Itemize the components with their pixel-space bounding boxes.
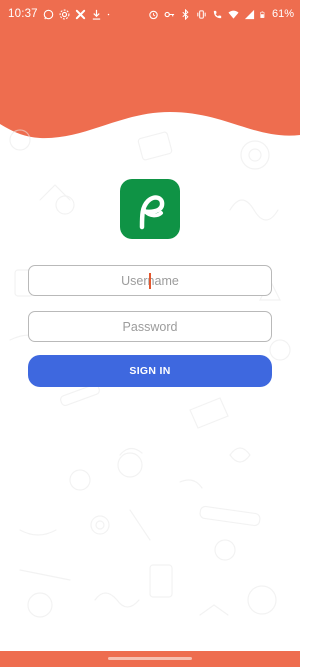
sign-in-button[interactable]: SIGN IN	[28, 355, 272, 387]
battery-percent: 61%	[271, 8, 294, 20]
status-left: 10:37	[8, 8, 113, 20]
app-logo	[120, 179, 180, 239]
status-bar: 10:37 61%	[0, 0, 300, 28]
wifi-icon	[228, 10, 239, 19]
call-icon	[213, 10, 222, 18]
bluetooth-icon	[182, 8, 189, 20]
leaf-e-logo-icon	[139, 195, 165, 230]
dot-icon	[107, 13, 110, 15]
whatsapp-icon	[43, 9, 54, 19]
download-icon	[92, 9, 100, 20]
password-input[interactable]	[28, 311, 272, 342]
battery-icon	[260, 10, 265, 18]
home-indicator[interactable]	[108, 657, 192, 660]
status-right: 61%	[148, 8, 294, 20]
status-time: 10:37	[8, 8, 38, 20]
key-icon	[164, 11, 175, 17]
login-screen: 10:37 61% Username SIGN IN	[0, 0, 300, 667]
text-cursor	[149, 273, 151, 289]
signal-icon	[244, 9, 255, 19]
alarm-icon	[149, 10, 158, 19]
fan-icon	[75, 9, 85, 19]
settings-icon	[59, 9, 70, 19]
vibrate-icon	[197, 9, 206, 19]
